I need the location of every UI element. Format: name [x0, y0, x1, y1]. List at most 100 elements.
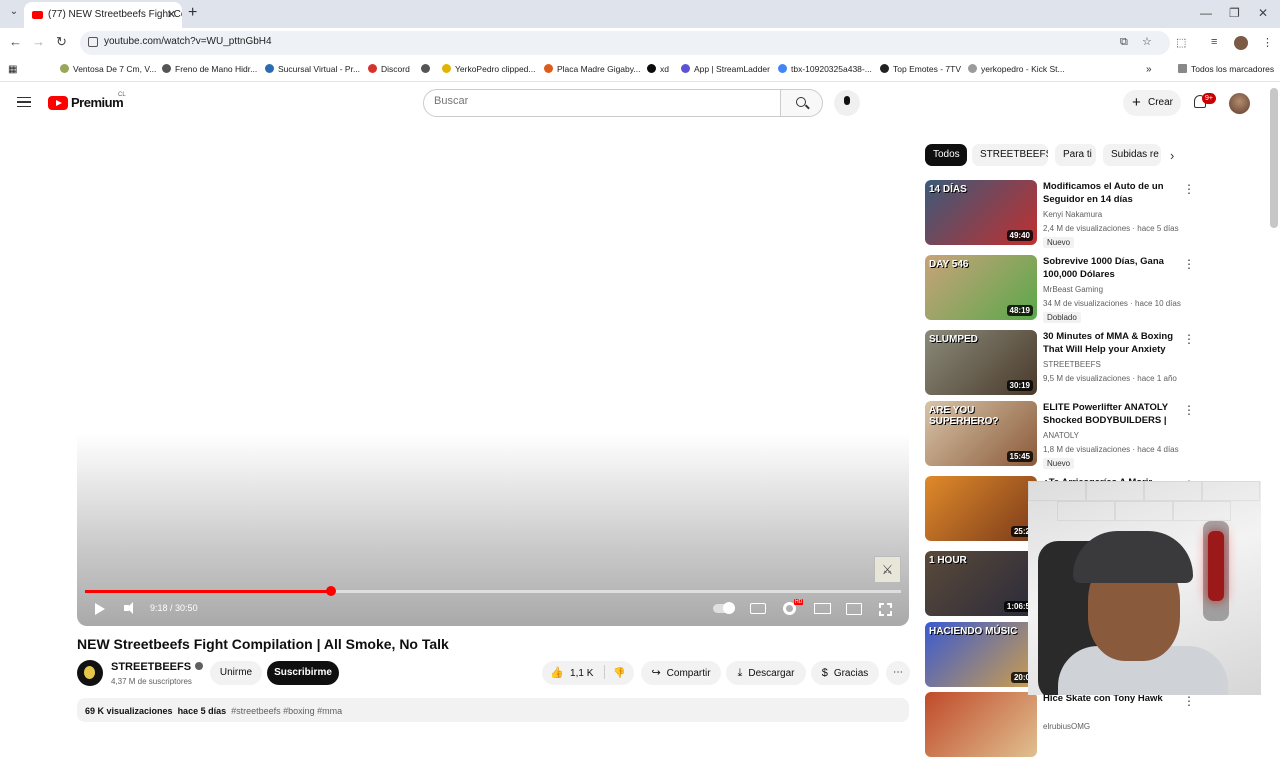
download-button[interactable]: ⤓ Descargar: [726, 661, 806, 685]
bookmark-item[interactable]: Sucursal Virtual - Pr...: [265, 64, 360, 74]
bookmark-item[interactable]: yerkopedro - Kick St...: [968, 64, 1065, 74]
create-button[interactable]: + Crear: [1123, 90, 1181, 116]
channel-avatar[interactable]: [77, 660, 103, 686]
recommendation-card[interactable]: 14 DÍAS 49:40 Modificamos el Auto de un Se…: [925, 180, 1195, 248]
more-options-icon[interactable]: ⋮: [1183, 694, 1195, 708]
filter-chip[interactable]: Subidas re: [1103, 144, 1161, 166]
join-button[interactable]: Unirme: [210, 661, 262, 685]
video-thumbnail[interactable]: [925, 692, 1037, 757]
youtube-logo-icon[interactable]: [48, 96, 68, 110]
channel-name[interactable]: STREETBEEFS: [111, 661, 204, 673]
tab-search-icon[interactable]: ⌄: [6, 6, 22, 22]
search-input[interactable]: [434, 95, 764, 107]
reload-icon[interactable]: ↻: [56, 34, 67, 50]
theater-mode-icon[interactable]: [814, 603, 831, 614]
extensions-icon[interactable]: ⬚: [1176, 36, 1186, 49]
recommendation-card[interactable]: DAY 546 48:19 Sobrevive 1000 Días, Gana 10…: [925, 255, 1195, 323]
bookmark-item[interactable]: Freno de Mano Hidr...: [162, 64, 257, 74]
play-icon[interactable]: [95, 603, 105, 615]
recommendation-card[interactable]: Hice Skate con Tony Hawk elrubiusOMG ⋮: [925, 692, 1195, 760]
video-thumbnail[interactable]: 25:2: [925, 476, 1037, 541]
recommendation-card[interactable]: SLUMPED 30:19 30 Minutes of MMA & Boxing T…: [925, 330, 1195, 398]
video-thumbnail[interactable]: HACIENDO MÚSIC 20:0: [925, 622, 1037, 687]
tab-close-icon[interactable]: ✕: [167, 2, 176, 28]
bookmark-favicon-icon: [880, 64, 889, 73]
new-tab-icon[interactable]: +: [188, 4, 197, 22]
restore-icon[interactable]: ❐: [1229, 6, 1240, 20]
address-bar[interactable]: youtube.com/watch?v=WU_pttnGbH4 ⧉ ☆: [80, 31, 1170, 55]
subscribe-button[interactable]: Suscribirme: [267, 661, 339, 685]
all-bookmarks-folder[interactable]: Todos los marcadores: [1178, 64, 1274, 74]
media-controls-icon[interactable]: ≡: [1211, 36, 1217, 48]
cast-icon[interactable]: [846, 603, 862, 615]
browser-menu-icon[interactable]: ⋮: [1262, 36, 1273, 49]
share-button[interactable]: ↪ Compartir: [641, 661, 721, 685]
filter-chip[interactable]: Todos: [925, 144, 967, 166]
duration-badge: 49:40: [1006, 230, 1033, 241]
more-actions-button[interactable]: ⋯: [886, 661, 910, 685]
progress-bar[interactable]: [85, 586, 901, 596]
folder-icon: [1178, 64, 1187, 73]
more-options-icon[interactable]: ⋮: [1183, 403, 1195, 417]
recommendation-meta: 1,8 M de visualizaciones · hace 4 días: [1043, 445, 1179, 454]
thumbnail-text: SLUMPED: [929, 334, 978, 345]
autoplay-toggle[interactable]: [713, 602, 735, 614]
account-avatar[interactable]: [1229, 93, 1250, 114]
guide-menu-icon[interactable]: [17, 97, 31, 107]
more-options-icon[interactable]: ⋮: [1183, 332, 1195, 346]
forward-icon[interactable]: →: [32, 34, 45, 49]
bookmark-item[interactable]: App | StreamLadder: [681, 64, 770, 74]
channel-watermark-icon[interactable]: ⚔: [874, 556, 901, 583]
more-options-icon[interactable]: ⋮: [1183, 257, 1195, 271]
bookmark-item[interactable]: YerkoPedro clipped...: [442, 64, 536, 74]
recommendation-card[interactable]: ARE YOU SUPERHERO? 15:45 ELITE Powerlifter…: [925, 401, 1195, 469]
video-thumbnail[interactable]: SLUMPED 30:19: [925, 330, 1037, 395]
description-box[interactable]: 69 K visualizaciones hace 5 días #street…: [77, 698, 909, 722]
bookmark-item[interactable]: tbx-10920325a438-...: [778, 64, 872, 74]
recommendation-channel: STREETBEEFS: [1043, 360, 1101, 369]
search-box[interactable]: [423, 89, 781, 117]
share-icon: ↪: [651, 667, 661, 679]
page-scrollbar[interactable]: [1270, 88, 1278, 228]
install-app-icon[interactable]: ⧉: [1120, 36, 1128, 49]
window-close-icon[interactable]: ✕: [1258, 6, 1268, 20]
webcam-overlay: [1028, 481, 1261, 695]
mute-icon[interactable]: [124, 602, 133, 614]
like-count[interactable]: 1,1 K: [570, 668, 593, 679]
site-info-icon[interactable]: [88, 37, 98, 47]
bookmark-item[interactable]: xd: [647, 64, 669, 74]
subtitles-icon[interactable]: [750, 603, 766, 614]
thanks-button[interactable]: $ Gracias: [811, 661, 879, 685]
apps-grid-icon[interactable]: ▦: [8, 64, 17, 75]
duration-badge: 15:45: [1006, 451, 1033, 462]
bookmark-favicon-icon: [442, 64, 451, 73]
bookmark-item[interactable]: Discord: [368, 64, 410, 74]
search-button[interactable]: [781, 89, 823, 117]
more-options-icon[interactable]: ⋮: [1183, 182, 1195, 196]
video-player[interactable]: ⚔ 9:18 / 30:50 HD: [77, 124, 909, 626]
video-thumbnail[interactable]: 1 HOUR 1:06:5: [925, 551, 1037, 616]
video-thumbnail[interactable]: DAY 546 48:19: [925, 255, 1037, 320]
filter-chip[interactable]: Para ti: [1055, 144, 1096, 166]
minimize-icon[interactable]: —: [1200, 6, 1212, 20]
browser-tab-active[interactable]: (77) NEW Streetbeefs Fight Com ✕: [24, 2, 182, 28]
youtube-premium-wordmark[interactable]: Premium: [71, 95, 124, 110]
bookmark-star-icon[interactable]: ☆: [1142, 35, 1152, 48]
video-thumbnail[interactable]: 14 DÍAS 49:40: [925, 180, 1037, 245]
voice-search-button[interactable]: [834, 90, 860, 116]
bookmark-item[interactable]: Top Emotes - 7TV: [880, 64, 961, 74]
browser-profile-avatar[interactable]: [1234, 36, 1248, 50]
dislike-icon[interactable]: 👎: [613, 668, 625, 679]
bookmark-item[interactable]: Ventosa De 7 Cm, V...: [60, 64, 156, 74]
back-icon[interactable]: ←: [9, 34, 22, 49]
bookmark-item[interactable]: [421, 64, 434, 74]
like-icon[interactable]: 👍: [550, 661, 564, 685]
hashtags: #streetbeefs #boxing #mma: [231, 706, 343, 716]
filter-chip[interactable]: STREETBEEFS: [972, 144, 1048, 166]
chips-next-icon[interactable]: ›: [1170, 148, 1174, 163]
bookmark-item[interactable]: Placa Madre Gigaby...: [544, 64, 640, 74]
video-thumbnail[interactable]: ARE YOU SUPERHERO? 15:45: [925, 401, 1037, 466]
url-text: youtube.com/watch?v=WU_pttnGbH4: [104, 36, 272, 47]
fullscreen-icon[interactable]: [879, 603, 892, 616]
more-bookmarks-icon[interactable]: »: [1146, 64, 1152, 75]
